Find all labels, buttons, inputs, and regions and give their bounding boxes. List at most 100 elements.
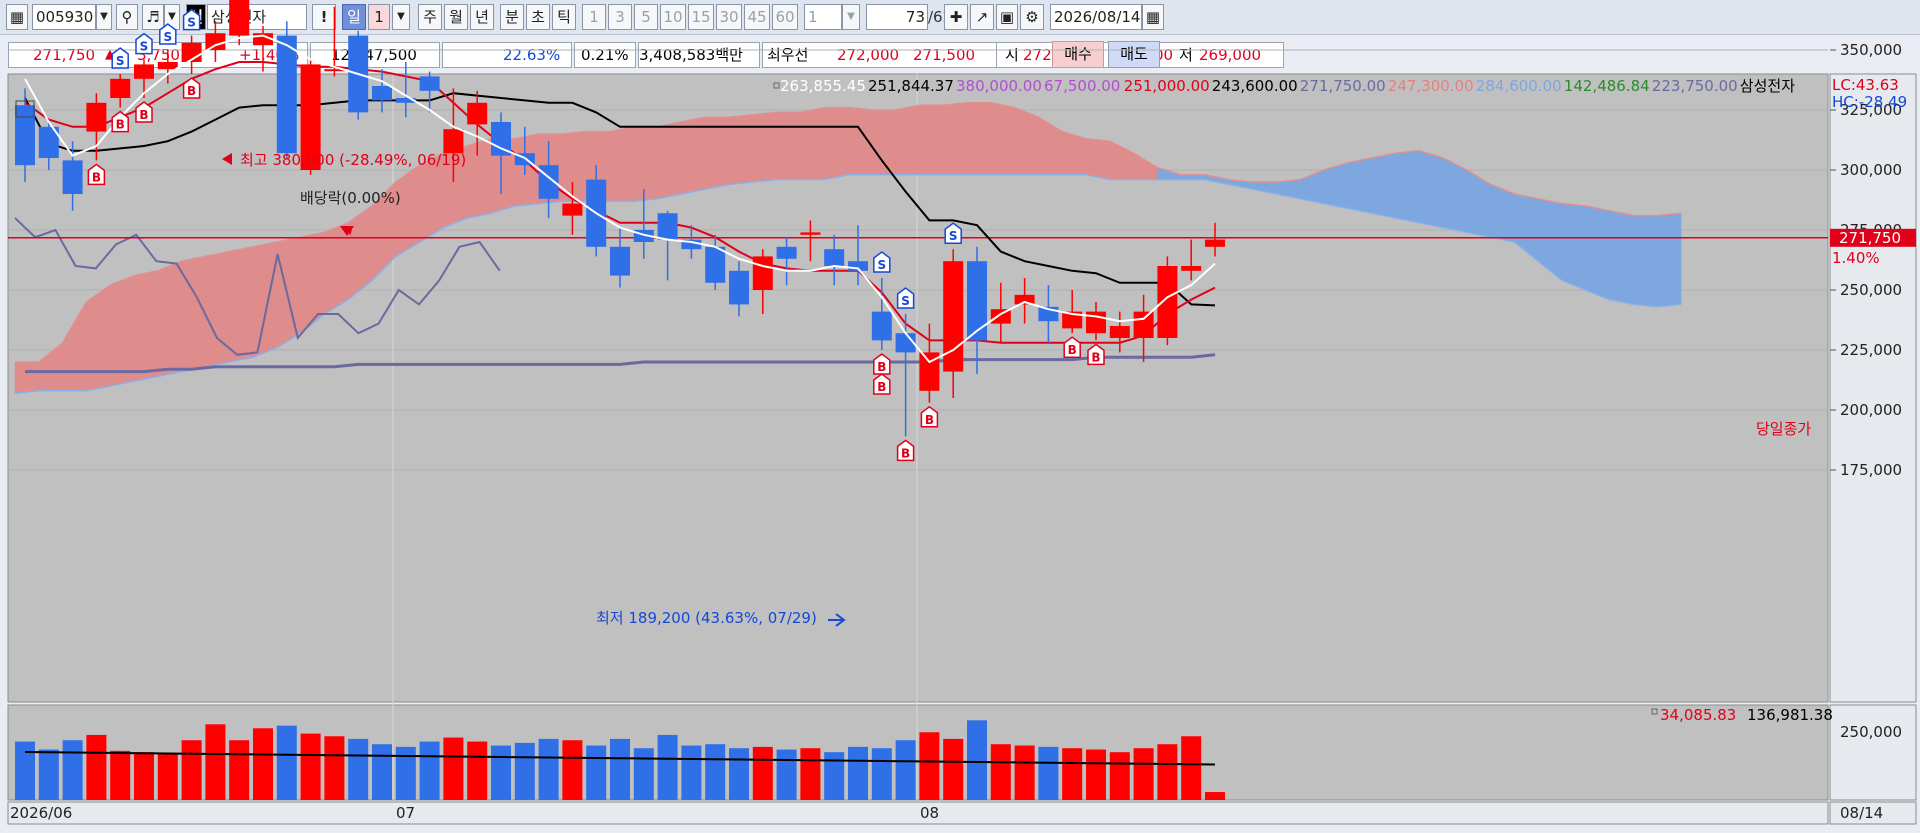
cloud-segment: [657, 121, 682, 200]
cloud-segment: [1585, 205, 1610, 301]
cloud-segment: [86, 284, 111, 392]
cloud-segment: [704, 116, 730, 190]
volume-bar: [776, 749, 797, 800]
volume-bar: [443, 737, 464, 800]
volume-axis-panel: [1829, 704, 1917, 801]
cloud-segment: [228, 246, 254, 363]
volume-bar: [348, 738, 369, 800]
x-label: 08: [920, 804, 939, 822]
signal-label: B: [901, 446, 910, 460]
cloud-segment: [252, 241, 278, 358]
volume-bar: [919, 732, 940, 800]
candle-body: [752, 256, 773, 290]
cloud-segment: [752, 112, 777, 183]
candle-body: [657, 213, 678, 240]
volume-bar: [229, 740, 250, 800]
signal-label: B: [116, 118, 125, 132]
signal-label: B: [1091, 350, 1100, 364]
y-tick-label: 250,000: [1840, 281, 1902, 299]
candle-body: [372, 86, 392, 101]
cloud-segment: [919, 104, 944, 176]
cloud-segment: [681, 116, 706, 195]
volume-bar: [729, 748, 749, 800]
candle-body: [134, 64, 154, 79]
signal-label: S: [163, 30, 172, 44]
signal-label: B: [877, 380, 886, 394]
cloud-segment: [1395, 150, 1420, 224]
volume-bar: [419, 741, 440, 800]
volume-bar: [181, 740, 202, 800]
volume-bar: [752, 746, 773, 800]
legend-value: 284,600.00: [1476, 77, 1562, 95]
y-tick-label: 300,000: [1840, 161, 1902, 179]
close-price-value: 271,750: [1839, 229, 1901, 247]
legend-value: 251,844.37: [868, 77, 954, 95]
volume-bar: [1157, 744, 1178, 800]
candle-body: [800, 232, 821, 235]
candle-body: [443, 129, 464, 154]
candle-body: [562, 203, 583, 216]
lc-value: LC:43.63: [1832, 76, 1899, 94]
volume-bar: [1109, 752, 1130, 800]
volume-bar: [467, 741, 488, 800]
signal-label: S: [877, 258, 886, 272]
volume-bar: [538, 738, 559, 800]
candle-body: [1205, 239, 1225, 247]
cloud-segment: [728, 114, 754, 185]
price-chart[interactable]: 375,000350,000325,000300,000275,000250,0…: [0, 0, 1920, 833]
volume-bar: [157, 753, 178, 800]
dividend-annotation: 배당락(0.00%): [300, 189, 401, 207]
volume-bar: [62, 740, 83, 800]
y-tick-label: 225,000: [1840, 341, 1902, 359]
candle-body: [1157, 266, 1178, 338]
hc-value: HC:-28.49: [1832, 93, 1907, 111]
cloud-segment: [181, 256, 206, 372]
signal-label: S: [116, 54, 125, 68]
x-label: 2026/06: [10, 804, 72, 822]
x-label: 07: [396, 804, 415, 822]
volume-bar: [205, 724, 226, 800]
candle-body: [229, 0, 250, 36]
cloud-segment: [823, 107, 849, 180]
cloud-segment: [133, 270, 159, 382]
y-tick-label: 200,000: [1840, 401, 1902, 419]
volume-bar: [586, 745, 607, 800]
volume-bar: [300, 733, 321, 800]
legend-value: 247,300.00: [1388, 77, 1474, 95]
volume-bar: [372, 744, 392, 800]
signal-label: B: [925, 413, 934, 427]
close-label: 당일종가: [1756, 420, 1811, 438]
volume-tick-label: 250,000: [1840, 723, 1902, 741]
cloud-segment: [1561, 203, 1587, 291]
volume-bar: [895, 740, 916, 800]
x-label-right: 08/14: [1840, 804, 1883, 822]
candle-body: [86, 102, 107, 132]
legend-value: 263,855.45: [780, 77, 866, 95]
legend-value: 67,500.00: [1044, 77, 1120, 95]
candle-body: [967, 261, 987, 341]
candle-body: [871, 311, 892, 341]
volume-bar: [871, 748, 892, 800]
candle-body: [157, 62, 178, 70]
candle-body: [705, 246, 726, 283]
cloud-segment: [966, 102, 992, 176]
volume-bar: [943, 738, 964, 800]
cloud-segment: [895, 104, 920, 176]
candle-body: [824, 249, 845, 266]
cloud-segment: [1656, 212, 1682, 308]
cloud-segment: [1442, 157, 1468, 233]
volume-bar: [800, 748, 821, 800]
volume-bar: [86, 734, 107, 800]
candle-body: [729, 270, 749, 305]
candle-body: [943, 261, 964, 372]
volume-legend-value: 136,981.38: [1747, 706, 1833, 724]
volume-bar: [253, 728, 273, 800]
volume-bar: [1062, 748, 1083, 800]
y-tick-label: 175,000: [1840, 461, 1902, 479]
legend-value: 251,000.00: [1124, 77, 1210, 95]
volume-bar: [1086, 749, 1106, 800]
signal-label: S: [140, 40, 149, 54]
candle-body: [419, 76, 440, 91]
signal-label: B: [877, 360, 886, 374]
close-price-percent: 1.40%: [1832, 249, 1880, 267]
